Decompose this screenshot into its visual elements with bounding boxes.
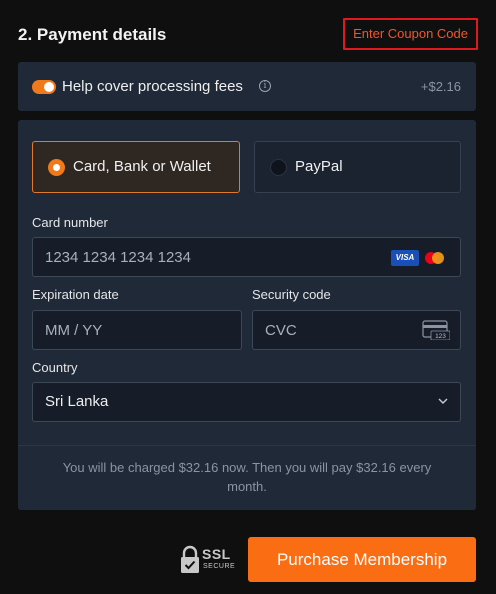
purchase-membership-button[interactable]: Purchase Membership	[248, 537, 476, 582]
payment-form: Card, Bank or Wallet PayPal Card number …	[18, 120, 476, 510]
cvc-card-icon: 123	[422, 320, 450, 340]
processing-fee-label: Help cover processing fees	[62, 78, 243, 95]
visa-icon: VISA	[391, 250, 419, 266]
radio-selected-icon[interactable]	[48, 159, 65, 176]
mastercard-icon	[425, 251, 447, 265]
country-select-value: Sri Lanka	[45, 393, 109, 410]
page-title: 2. Payment details	[18, 25, 167, 44]
ssl-secure-label: SECURE	[203, 563, 236, 570]
radio-unselected-icon[interactable]	[270, 159, 287, 176]
payment-method-card[interactable]: Card, Bank or Wallet	[32, 141, 240, 193]
expiration-date-label: Expiration date	[32, 287, 119, 302]
billing-notice: You will be charged $32.16 now. Then you…	[62, 460, 432, 494]
chevron-down-icon	[438, 398, 448, 404]
security-code-label: Security code	[252, 287, 331, 302]
divider	[18, 445, 476, 446]
ssl-secure-badge: SSL SECURE	[180, 545, 236, 575]
enter-coupon-link[interactable]: Enter Coupon Code	[343, 18, 478, 50]
info-icon[interactable]: i	[259, 80, 271, 92]
country-label: Country	[32, 360, 78, 375]
expiration-date-input[interactable]	[32, 310, 242, 350]
payment-method-label: PayPal	[295, 158, 343, 175]
payment-method-label: Card, Bank or Wallet	[73, 158, 211, 175]
processing-fee-toggle[interactable]	[32, 80, 56, 94]
lock-icon	[181, 545, 199, 573]
ssl-label: SSL	[202, 546, 231, 562]
payment-method-paypal[interactable]: PayPal	[254, 141, 461, 193]
processing-fee-amount: +$2.16	[420, 79, 461, 94]
country-select[interactable]: Sri Lanka	[32, 382, 461, 422]
processing-fee-row: Help cover processing fees i +$2.16	[18, 62, 476, 111]
cvc-icon-text: 123	[435, 333, 446, 340]
card-number-label: Card number	[32, 215, 108, 230]
payment-header: 2. Payment details Enter Coupon Code	[18, 18, 478, 52]
